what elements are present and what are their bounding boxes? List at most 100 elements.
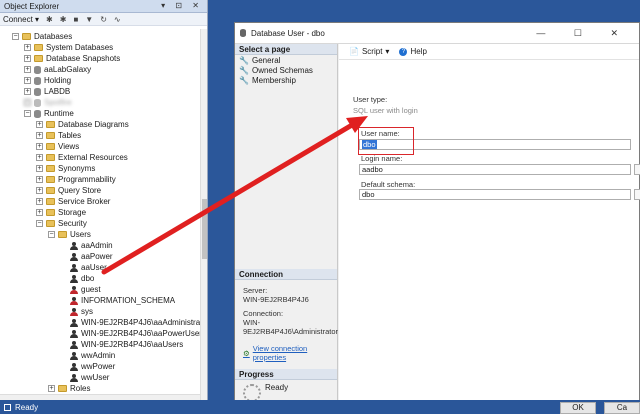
user-icon [70,373,78,382]
tree-node-user[interactable]: WIN-9EJ2RB4P4J6\aaUsers [70,339,183,350]
view-connection-properties-link[interactable]: ⚙ View connection properties [235,336,337,362]
folder-icon [46,121,55,128]
expand-icon[interactable]: + [24,55,31,62]
database-icon [240,29,246,37]
tree-node-user[interactable]: aaPower [70,251,113,262]
user-type-label: User type: [353,95,388,104]
activity-monitor-icon[interactable]: ∿ [114,15,121,24]
tree-node-runtime-child[interactable]: + Tables [36,130,81,141]
tree-node-runtime-child[interactable]: + Views [36,141,79,152]
object-explorer-window-controls[interactable]: ▾ ⊡ ✕ [161,1,203,10]
expand-icon[interactable]: + [48,385,55,392]
tree-node-runtime-child[interactable]: + Database Diagrams [36,119,129,130]
expand-icon[interactable]: + [36,176,43,183]
tree-node-runtime-child[interactable]: + Query Store [36,185,101,196]
tree-node-user[interactable]: WIN-9EJ2RB4P4J6\aaPowerUsers [70,328,200,339]
expand-icon[interactable]: + [24,44,31,51]
stop-icon[interactable]: ■ [73,15,78,24]
vertical-scrollbar[interactable] [200,29,207,400]
folder-icon [46,209,55,216]
tree-node-database-snapshots[interactable]: + Database Snapshots [24,53,120,64]
page-membership[interactable]: 🔧 Membership [235,75,337,85]
expand-icon[interactable]: + [36,154,43,161]
default-schema-value: dbo [362,190,375,199]
script-icon: 📄 [349,47,359,56]
tree-node-user[interactable]: wwUser [70,372,109,383]
tree-node-aalabgalaxy[interactable]: + aaLabGalaxy [24,64,91,75]
user-icon [70,340,78,349]
expand-icon[interactable]: + [36,143,43,150]
database-user-dialog: Database User - dbo — ☐ ✕ Select a page … [234,22,640,414]
collapse-icon[interactable]: − [12,33,19,40]
connection-section: Connection Server: WIN-9EJ2RB4P4J6 Conne… [235,269,338,362]
ok-button[interactable]: OK [560,402,596,414]
database-icon [34,76,41,85]
expand-icon[interactable]: + [36,209,43,216]
tree-node-user[interactable]: sys [70,306,93,317]
folder-icon [34,55,43,62]
cancel-button[interactable]: Ca [604,402,640,414]
expand-icon[interactable]: + [24,66,31,73]
expand-icon[interactable]: + [36,198,43,205]
login-browse-button[interactable] [634,164,640,175]
default-schema-input[interactable]: dbo [359,189,631,200]
tree-node-user[interactable]: INFORMATION_SCHEMA [70,295,175,306]
tree-node-runtime[interactable]: − Runtime [24,108,74,119]
tree-node-system-databases[interactable]: + System Databases [24,42,113,53]
user-type-value[interactable]: SQL user with login [353,106,418,115]
tree-node-labdb[interactable]: + LABDB [24,86,70,97]
tree-node-user[interactable]: wwPower [70,361,115,372]
collapse-icon[interactable]: − [36,220,43,227]
login-name-label: Login name: [361,154,403,163]
tree-node-databases[interactable]: − Databases [12,31,72,42]
refresh-icon[interactable]: ↻ [100,15,107,24]
schema-browse-button[interactable] [634,189,640,200]
dialog-window-controls[interactable]: — ☐ ✕ [536,28,631,39]
tree-node-user[interactable]: guest [70,284,101,295]
tree-node-runtime-child[interactable]: + Service Broker [36,196,110,207]
filter-icon[interactable]: ▼ [85,15,93,24]
expand-icon[interactable]: + [36,121,43,128]
user-icon [70,252,78,261]
database-icon [34,98,41,107]
expand-icon[interactable]: + [36,165,43,172]
tree-node-runtime-child[interactable]: + External Resources [36,152,128,163]
tree-node-runtime-child[interactable]: + Synonyms [36,163,95,174]
tree-node-holding[interactable]: + Holding [24,75,71,86]
tree-node-runtime-child[interactable]: + Storage [36,207,86,218]
expand-icon[interactable]: + [24,99,31,106]
expand-icon[interactable]: + [36,132,43,139]
tree-node-user-dbo[interactable]: dbo [70,273,94,284]
tree-node-users-folder[interactable]: − Users [48,229,91,240]
page-general[interactable]: 🔧 General [235,55,337,65]
select-page-header: Select a page [235,44,337,55]
tree-node-runtime-child[interactable]: + Programmability [36,174,116,185]
help-button[interactable]: ? Help [399,47,427,56]
tree-node-roles[interactable]: + Roles [48,383,90,394]
page-owned-schemas[interactable]: 🔧 Owned Schemas [235,65,337,75]
expand-icon[interactable]: + [36,187,43,194]
server-value: WIN-9EJ2RB4P4J6 [243,295,309,304]
connect-object-icon[interactable]: ✱ [46,15,53,24]
disconnect-icon[interactable]: ✱ [60,15,67,24]
folder-icon [46,198,55,205]
object-explorer-toolbar: Connect ▾ ✱ ✱ ■ ▼ ↻ ∿ [0,13,207,26]
login-name-input[interactable]: aadbo [359,164,631,175]
script-button[interactable]: 📄 Script ▾ [349,47,389,56]
collapse-icon[interactable]: − [24,110,31,117]
folder-icon [46,220,55,227]
scrollbar-thumb[interactable] [202,199,207,259]
collapse-icon[interactable]: − [48,231,55,238]
expand-icon[interactable]: + [24,77,31,84]
tree-node-user[interactable]: WIN-9EJ2RB4P4J6\aaAdministrators [70,317,200,328]
tree-node-blurred-db[interactable]: + Spotfire [24,97,72,108]
connect-button[interactable]: Connect ▾ [3,15,39,24]
expand-icon[interactable]: + [24,88,31,95]
folder-icon [46,154,55,161]
disabled-user-icon [70,285,78,294]
tree-node-user[interactable]: aaUser [70,262,107,273]
user-icon [70,241,78,250]
tree-node-security[interactable]: − Security [36,218,87,229]
tree-node-user[interactable]: wwAdmin [70,350,115,361]
tree-node-user[interactable]: aaAdmin [70,240,113,251]
